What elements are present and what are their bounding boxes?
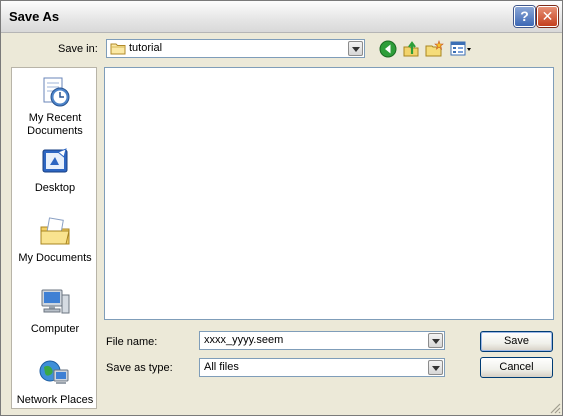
my-documents-icon <box>40 217 70 245</box>
new-folder-icon[interactable] <box>424 39 444 59</box>
places-bar: My Recent Documents Desktop My Documents <box>11 67 97 409</box>
save-in-label: Save in: <box>58 43 98 55</box>
help-icon: ? <box>520 8 529 24</box>
resize-grip-icon[interactable] <box>549 402 561 414</box>
place-my-documents[interactable]: My Documents <box>12 216 98 265</box>
place-recent-documents[interactable]: My Recent Documents <box>12 76 98 138</box>
place-desktop[interactable]: Desktop <box>12 146 98 195</box>
save-in-dropdown-arrow[interactable] <box>348 41 363 56</box>
file-name-label: File name: <box>106 336 158 348</box>
file-name-input[interactable]: xxxx_yyyy.seem <box>199 331 445 350</box>
back-icon[interactable] <box>378 39 398 59</box>
view-menu-icon[interactable] <box>449 39 473 59</box>
cancel-button[interactable]: Cancel <box>480 357 553 378</box>
window-title: Save As <box>9 9 60 24</box>
desktop-icon <box>42 148 68 173</box>
place-label: Desktop <box>34 182 76 194</box>
file-list[interactable] <box>104 67 554 320</box>
close-icon: ✕ <box>541 8 554 24</box>
place-label: Computer <box>30 323 80 335</box>
network-places-icon <box>39 360 69 384</box>
save-in-value: tutorial <box>129 42 163 54</box>
help-button[interactable]: ? <box>514 6 535 27</box>
up-folder-icon[interactable] <box>401 39 421 59</box>
folder-icon <box>110 43 126 55</box>
place-computer[interactable]: Computer <box>12 287 98 336</box>
save-as-type-label: Save as type: <box>106 362 173 374</box>
save-in-dropdown[interactable]: tutorial <box>106 39 365 58</box>
save-as-dialog: Save As ? ✕ Save in: tutorial My Recent … <box>0 0 563 416</box>
save-as-type-value: All files <box>204 361 239 373</box>
recent-documents-icon <box>43 77 70 107</box>
computer-icon <box>41 289 70 314</box>
file-name-value: xxxx_yyyy.seem <box>204 334 284 346</box>
place-label: Network Places <box>16 394 94 406</box>
save-as-type-dropdown[interactable]: All files <box>199 358 445 377</box>
close-button[interactable]: ✕ <box>537 6 558 27</box>
place-label: My Recent Documents <box>27 112 83 137</box>
place-network-places[interactable]: Network Places <box>12 358 98 407</box>
save-button[interactable]: Save <box>480 331 553 352</box>
title-bar[interactable]: Save As ? ✕ <box>1 1 562 33</box>
place-label: My Documents <box>18 252 92 264</box>
file-name-dropdown-arrow[interactable] <box>428 333 443 348</box>
save-as-type-dropdown-arrow[interactable] <box>428 360 443 375</box>
